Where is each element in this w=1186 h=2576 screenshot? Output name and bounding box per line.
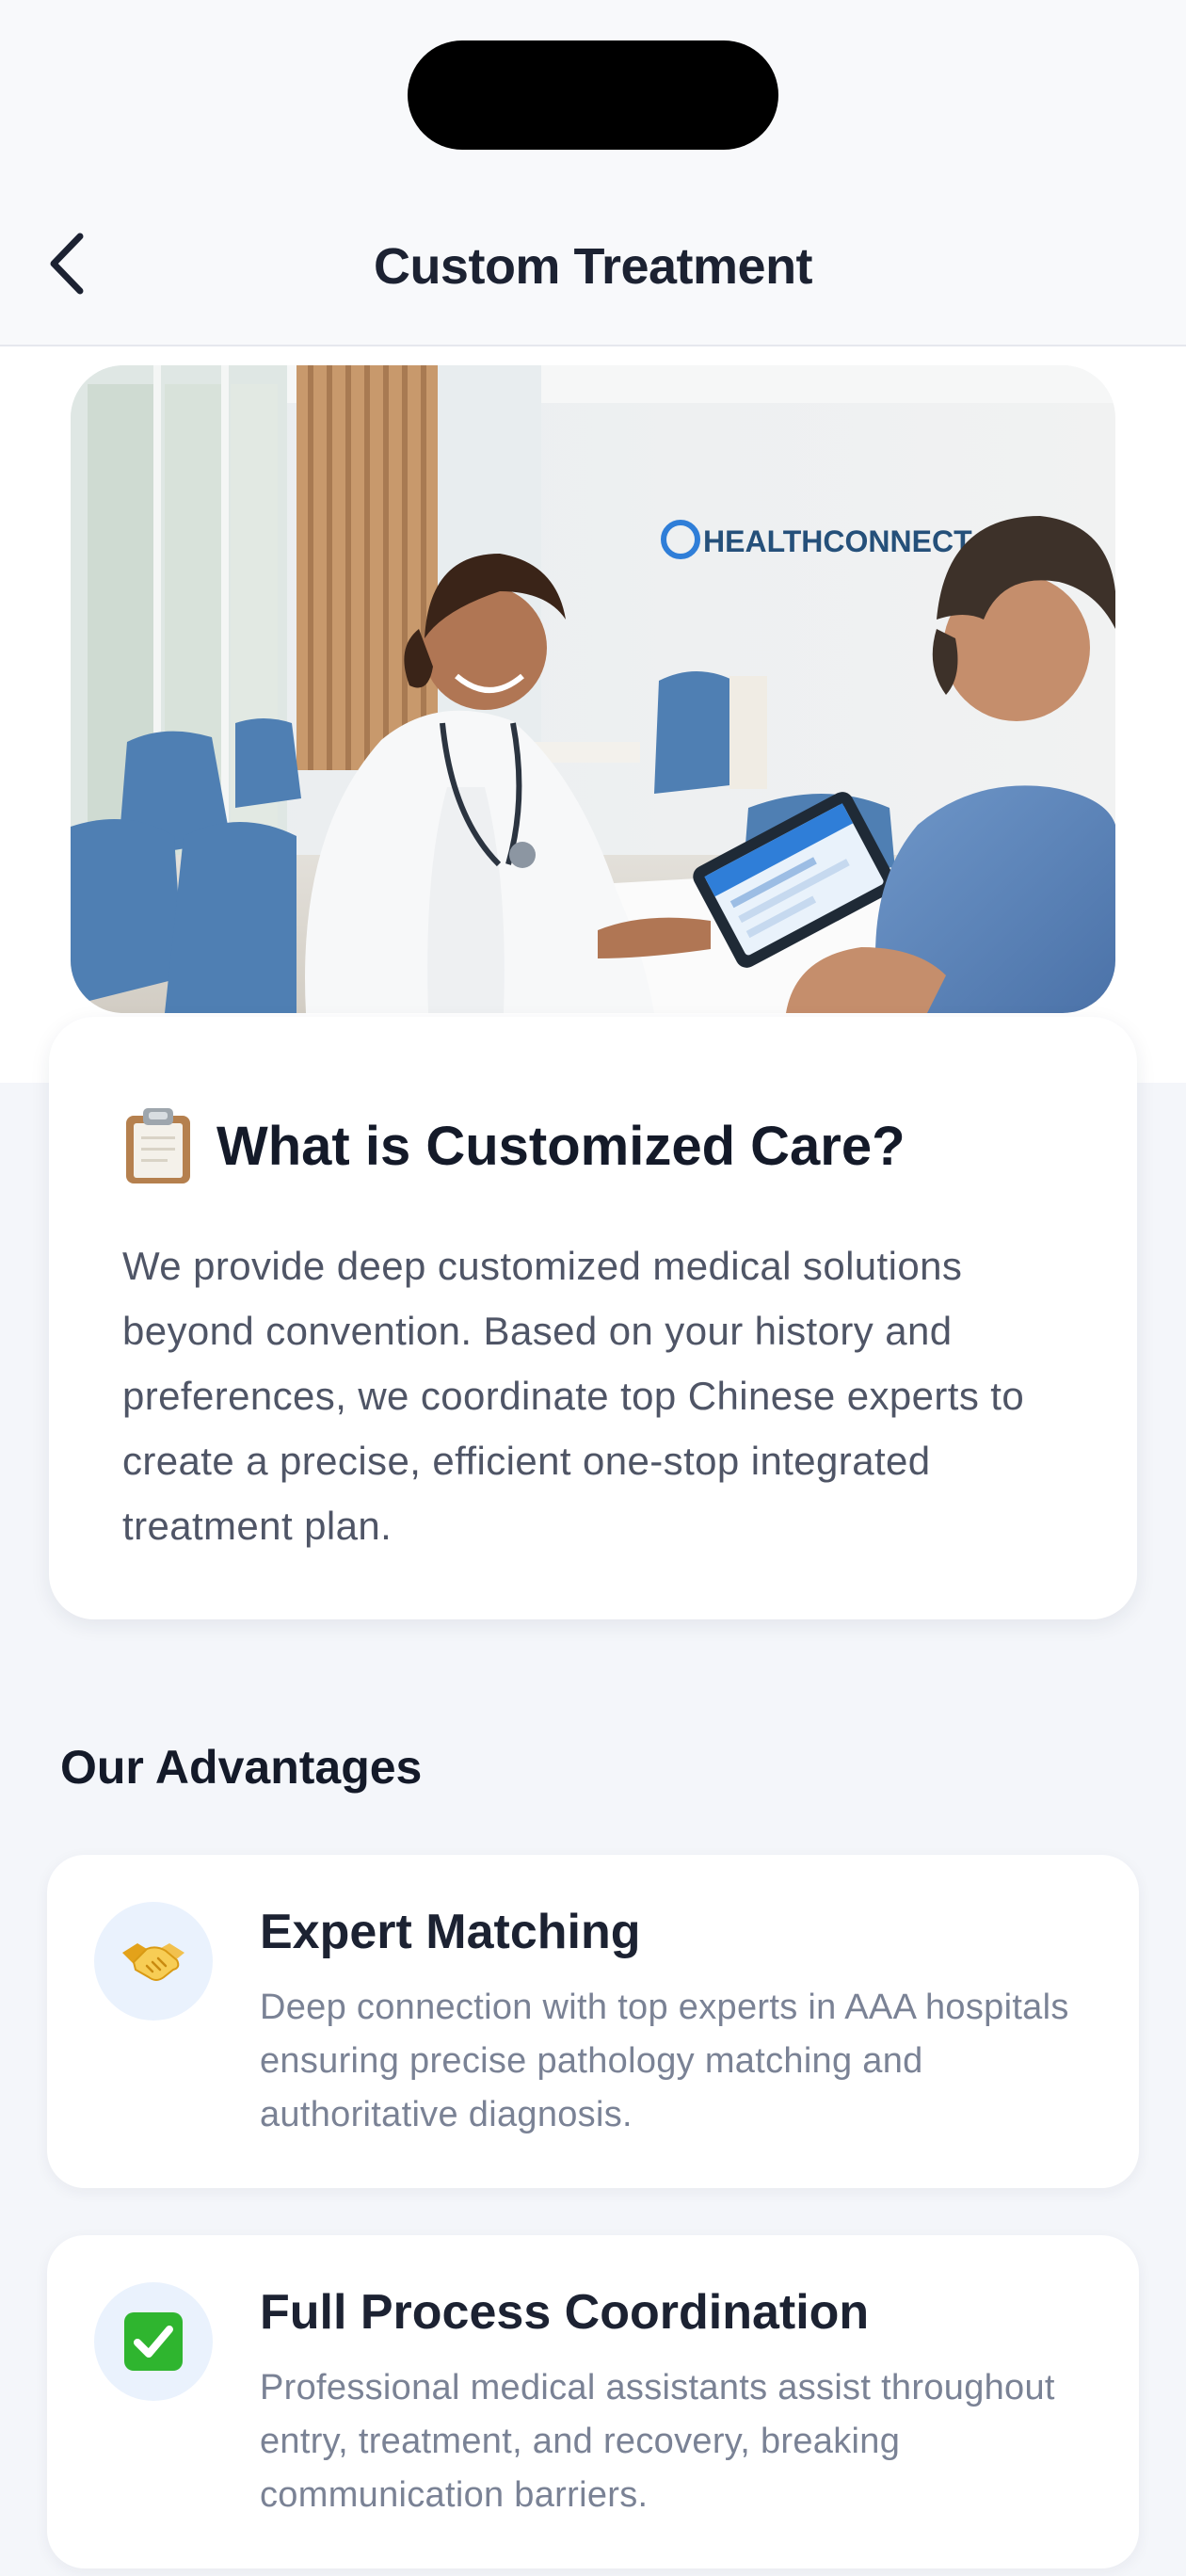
chevron-left-icon xyxy=(50,233,84,295)
dynamic-island xyxy=(408,40,778,150)
doctor-consultation-photo: HEALTHCONNECT xyxy=(71,365,1115,1013)
check-mark-icon xyxy=(124,2312,183,2371)
advantage-title: Full Process Coordination xyxy=(260,2285,870,2340)
advantage-desc: Professional medical assistants assist t… xyxy=(260,2368,1055,2515)
navigation-bar: Custom Treatment xyxy=(0,188,1186,346)
advantage-card-expert-matching[interactable]: Expert Matching Deep connection with top… xyxy=(47,1855,1139,2188)
advantage-icon-circle xyxy=(94,1902,213,2021)
advantages-title: Our Advantages xyxy=(60,1741,423,1794)
handshake-icon xyxy=(122,1943,184,1981)
status-bar xyxy=(0,0,1186,188)
advantage-card-full-process[interactable]: Full Process Coordination Professional m… xyxy=(47,2235,1139,2568)
intro-title: What is Customized Care? xyxy=(216,1115,906,1177)
intro-card: What is Customized Care? We provide deep… xyxy=(49,1017,1137,1619)
intro-text: We provide deep customized medical solut… xyxy=(122,1244,1025,1548)
page-title: Custom Treatment xyxy=(373,238,813,295)
advantage-icon-circle xyxy=(94,2282,213,2401)
healthconnect-sign: HEALTHCONNECT xyxy=(703,524,972,558)
back-button[interactable] xyxy=(34,226,100,301)
advantage-title: Expert Matching xyxy=(260,1905,641,1959)
clipboard-icon xyxy=(126,1108,190,1183)
hero-image: HEALTHCONNECT xyxy=(71,365,1115,1013)
advantage-desc: Deep connection with top experts in AAA … xyxy=(260,1988,1069,2134)
